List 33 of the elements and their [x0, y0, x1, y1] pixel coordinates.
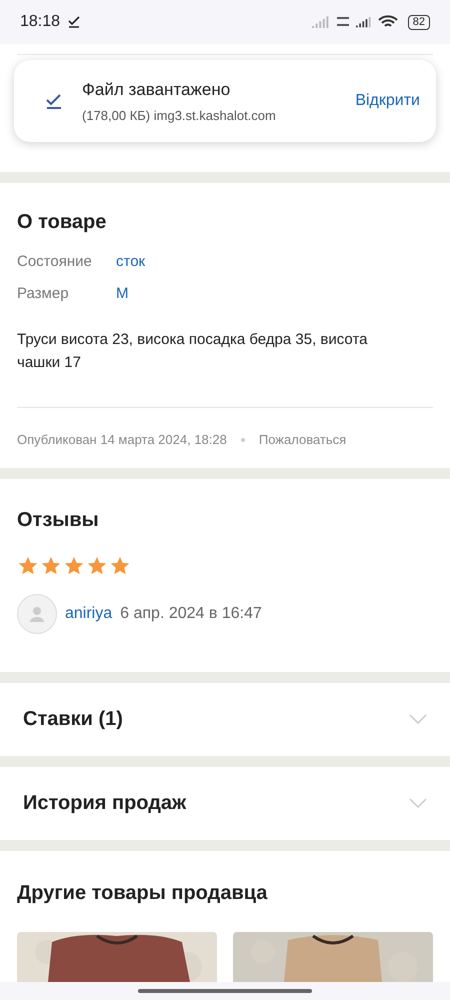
- home-handle[interactable]: [138, 989, 312, 993]
- chevron-icon: [409, 714, 427, 724]
- battery-indicator: 82: [408, 14, 430, 30]
- property-label: Размер: [17, 284, 70, 304]
- star-icon: [17, 554, 39, 576]
- star-icon: [86, 554, 108, 576]
- accordion-header[interactable]: Ставки (1): [0, 682, 450, 756]
- review-date: 6 апр. 2024 в 16:47: [120, 604, 262, 624]
- avatar-icon: [17, 594, 57, 634]
- report-link[interactable]: Пожаловаться: [258, 430, 346, 450]
- star-icon: [109, 554, 131, 576]
- property-label: Состояние: [17, 252, 93, 272]
- property-value[interactable]: сток: [116, 251, 146, 274]
- signal-icon: [356, 16, 372, 28]
- published-date: Опубликован 14 марта 2024, 18:28: [17, 431, 227, 449]
- download-done-icon: [68, 16, 80, 28]
- star-icon: [40, 554, 62, 576]
- notification-subtitle: (178,00 КБ) img3.st.kashalot.com: [82, 106, 277, 125]
- accordion-header[interactable]: История продаж: [0, 766, 450, 840]
- section-title: О товаре: [17, 210, 108, 235]
- open-button[interactable]: Відкрити: [355, 89, 420, 113]
- section-title: Отзывы: [17, 508, 100, 532]
- item-description: Труси висота 23, висока посадка бедра 35, висота чашки 17: [17, 330, 368, 373]
- property-value[interactable]: M: [116, 283, 128, 306]
- chevron-icon: [409, 798, 427, 808]
- section-title: Другие товары продавца: [17, 880, 268, 906]
- star-icon: [63, 554, 85, 576]
- review-author[interactable]: aniriya: [65, 602, 112, 626]
- signal-icon: [312, 16, 330, 28]
- download-done-icon: [46, 93, 62, 109]
- notification-title: Файл завантажено: [82, 79, 232, 101]
- wifi-icon: [378, 15, 398, 29]
- clock: 18:18: [20, 12, 60, 32]
